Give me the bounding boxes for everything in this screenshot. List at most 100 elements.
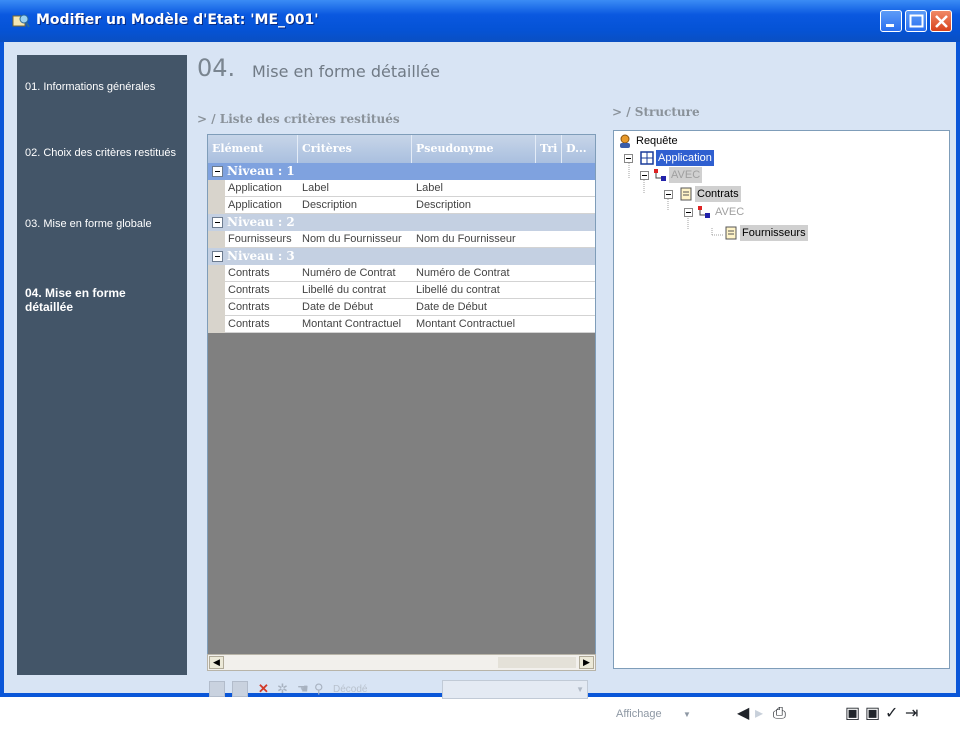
main-window: Modifier un Modèle d'Etat: 'ME_001' 01. …: [0, 0, 960, 722]
grid-toolbar: ✕ ✲ ☚ ⚲ Décodé ▼: [207, 678, 599, 704]
title-bar[interactable]: Modifier un Modèle d'Etat: 'ME_001': [0, 0, 960, 42]
step-number: 04.: [197, 54, 236, 82]
validate-icon[interactable]: ✓: [885, 705, 898, 723]
scroll-right-button[interactable]: ▶: [579, 656, 594, 669]
nav-step-1[interactable]: 01. Informations générales: [25, 81, 180, 93]
cell-element: Contrats: [228, 267, 270, 279]
affichage-label[interactable]: Affichage: [616, 708, 662, 720]
collapse-icon[interactable]: [624, 154, 633, 163]
nav-step-4[interactable]: 04. Mise en forme détaillée: [25, 286, 155, 314]
col-header-element[interactable]: Elément: [208, 135, 298, 163]
app-icon: [12, 14, 30, 28]
print-preview-icon[interactable]: ⎙: [773, 705, 786, 723]
tree-node-label: Requête: [636, 135, 678, 147]
table-row[interactable]: Fournisseurs Nom du Fournisseur Nom du F…: [208, 231, 595, 248]
col-header-pseudonyme[interactable]: Pseudonyme: [412, 135, 536, 163]
close-button[interactable]: [930, 10, 952, 32]
collapse-icon[interactable]: [640, 171, 649, 180]
arrow-left-icon: ◀: [213, 657, 220, 667]
cell-critere: Libellé du contrat: [302, 284, 386, 296]
join-icon: [654, 169, 666, 181]
join-icon: [698, 206, 710, 218]
exit-icon[interactable]: ⇥: [905, 705, 918, 723]
cell-critere: Label: [302, 182, 329, 194]
scroll-left-button[interactable]: ◀: [209, 656, 224, 669]
minimize-icon: [886, 24, 894, 27]
collapse-icon[interactable]: [684, 208, 693, 217]
user-query-icon: [620, 134, 630, 148]
cell-element: Contrats: [228, 284, 270, 296]
cell-critere: Description: [302, 199, 358, 211]
criteria-grid[interactable]: Elément Critères Pseudonyme Tri D... Niv…: [207, 134, 596, 668]
collapse-icon[interactable]: [212, 217, 223, 228]
grid-body: Niveau : 1 Application Label Label Appli…: [208, 163, 595, 333]
next-icon[interactable]: ▸: [755, 705, 763, 723]
chevron-down-icon[interactable]: ▼: [683, 710, 691, 719]
cell-pseudonyme: Libellé du contrat: [416, 284, 500, 296]
search-icon[interactable]: ⚲: [314, 681, 324, 697]
grid-header: Elément Critères Pseudonyme Tri D...: [208, 135, 595, 163]
decoded-combo[interactable]: ▼: [442, 680, 588, 699]
col-header-d[interactable]: D...: [562, 135, 595, 163]
collapse-icon[interactable]: [664, 190, 673, 199]
collapse-icon[interactable]: [212, 166, 223, 177]
window-title: Modifier un Modèle d'Etat: 'ME_001': [36, 12, 319, 28]
scroll-thumb[interactable]: [498, 657, 576, 668]
tools-icon[interactable]: ✲: [277, 681, 288, 697]
tree-node-label: AVEC: [715, 206, 745, 218]
document-icon: [725, 226, 737, 240]
cell-element: Contrats: [228, 318, 270, 330]
cell-element: Contrats: [228, 301, 270, 313]
document-icon: [680, 187, 692, 201]
group-row-niveau-2[interactable]: Niveau : 2: [208, 214, 595, 231]
group-label: Niveau : 3: [227, 249, 295, 263]
structure-tree[interactable]: Requête Application AVEC Contrats AVEC F…: [613, 130, 950, 669]
minimize-button[interactable]: [880, 10, 902, 32]
table-row[interactable]: Contrats Numéro de Contrat Numéro de Con…: [208, 265, 595, 282]
collapse-icon[interactable]: [212, 251, 223, 262]
cell-critere: Date de Début: [302, 301, 373, 313]
step-title: Mise en forme détaillée: [252, 62, 440, 81]
list-section-title: > / Liste des critères restitués: [197, 112, 400, 126]
cell-pseudonyme: Description: [416, 199, 472, 211]
table-row[interactable]: Contrats Date de Début Date de Début: [208, 299, 595, 316]
structure-section-title: > / Structure: [612, 105, 700, 119]
delete-icon[interactable]: ✕: [258, 681, 269, 697]
maximize-icon: [909, 14, 924, 28]
tree-node-label: Fournisseurs: [740, 225, 808, 241]
cell-element: Application: [228, 182, 282, 194]
cell-critere: Numéro de Contrat: [302, 267, 396, 279]
chevron-down-icon: ▼: [576, 685, 584, 694]
col-header-criteres[interactable]: Critères: [298, 135, 412, 163]
nav-step-2[interactable]: 02. Choix des critères restitués: [25, 147, 180, 159]
table-row[interactable]: Contrats Montant Contractuel Montant Con…: [208, 316, 595, 333]
cell-pseudonyme: Numéro de Contrat: [416, 267, 510, 279]
group-label: Niveau : 1: [227, 164, 295, 178]
table-row[interactable]: Application Description Description: [208, 197, 595, 214]
table-row[interactable]: Application Label Label: [208, 180, 595, 197]
move-up-button[interactable]: [209, 681, 225, 697]
cell-pseudonyme: Nom du Fournisseur: [416, 233, 516, 245]
maximize-button[interactable]: [905, 10, 927, 32]
previous-icon[interactable]: ◀: [737, 705, 749, 723]
bottom-toolbar: Affichage ▼ ◀ ▸ ⎙ ▣ ▣ ✓ ⇥: [613, 700, 956, 730]
cell-element: Application: [228, 199, 282, 211]
client-area: 01. Informations générales 02. Choix des…: [4, 42, 956, 722]
nav-step-3[interactable]: 03. Mise en forme globale: [25, 218, 180, 230]
save-as-icon[interactable]: ▣: [865, 705, 880, 723]
wizard-steps-nav: 01. Informations générales 02. Choix des…: [17, 55, 187, 675]
col-header-tri[interactable]: Tri: [536, 135, 562, 163]
cell-critere: Nom du Fournisseur: [302, 233, 402, 245]
group-row-niveau-3[interactable]: Niveau : 3: [208, 248, 595, 265]
grid-horizontal-scrollbar[interactable]: ◀ ▶: [207, 654, 596, 671]
move-down-button[interactable]: [232, 681, 248, 697]
cell-pseudonyme: Date de Début: [416, 301, 487, 313]
group-label: Niveau : 2: [227, 215, 295, 229]
save-icon[interactable]: ▣: [845, 705, 860, 723]
cursor-icon[interactable]: ☚: [297, 681, 309, 697]
group-row-niveau-1[interactable]: Niveau : 1: [208, 163, 595, 180]
decoded-label: Décodé: [333, 684, 368, 695]
tree-node-label: Contrats: [695, 186, 741, 202]
close-icon: [935, 15, 948, 28]
table-row[interactable]: Contrats Libellé du contrat Libellé du c…: [208, 282, 595, 299]
